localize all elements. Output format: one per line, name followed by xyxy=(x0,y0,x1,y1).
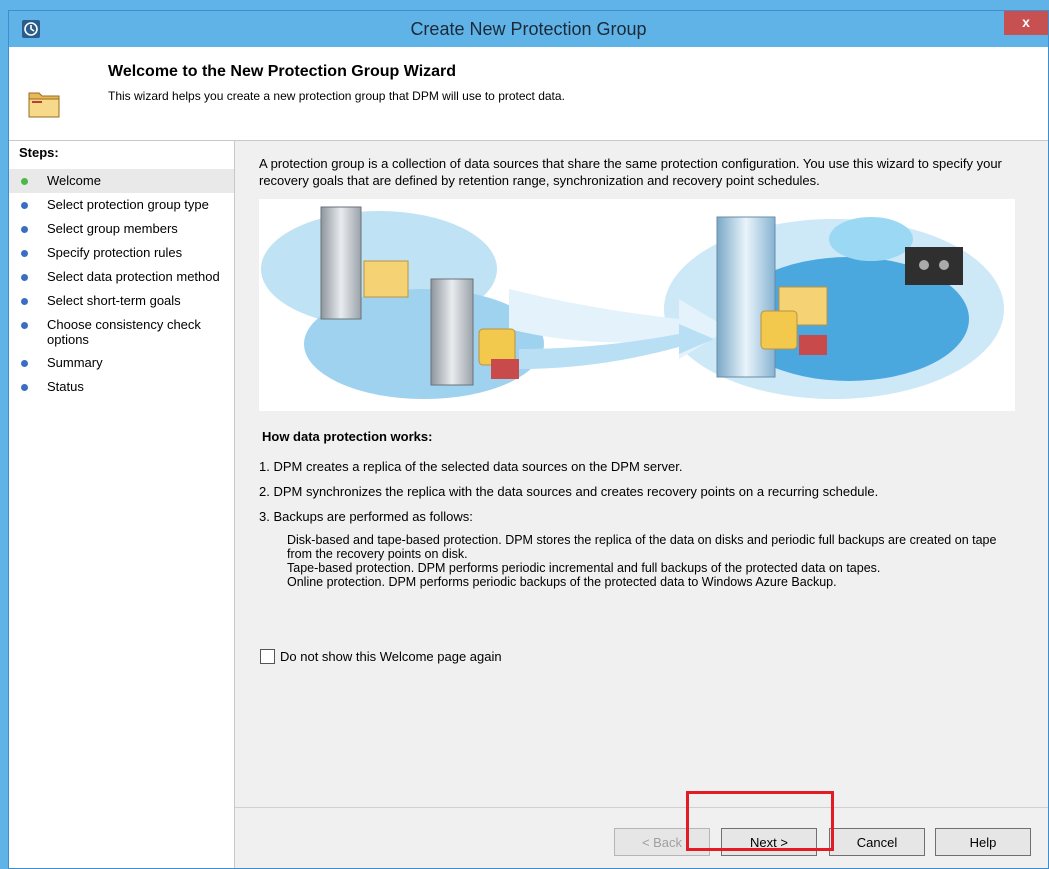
backup-detail: Disk-based and tape-based protection. DP… xyxy=(287,533,997,561)
step-label: Select short-term goals xyxy=(47,293,181,308)
folder-icon xyxy=(28,92,60,118)
how-item: 1. DPM creates a replica of the selected… xyxy=(259,459,683,474)
step-select-protection-group-type[interactable]: Select protection group type xyxy=(9,193,234,217)
step-label: Specify protection rules xyxy=(47,245,183,260)
welcome-checkbox-row[interactable]: Do not show this Welcome page again xyxy=(260,649,502,664)
help-button[interactable]: Help xyxy=(935,828,1031,856)
steps-sidebar: Steps: Welcome Select protection group t… xyxy=(9,141,235,868)
button-bar: < Back Next > Cancel Help xyxy=(235,807,1048,868)
cancel-button[interactable]: Cancel xyxy=(829,828,925,856)
backup-detail: Online protection. DPM performs periodic… xyxy=(287,575,837,589)
step-bullet-icon xyxy=(21,178,28,185)
backup-detail: Tape-based protection. DPM performs peri… xyxy=(287,561,881,575)
step-bullet-icon xyxy=(21,226,28,233)
step-select-short-term-goals[interactable]: Select short-term goals xyxy=(9,289,234,313)
step-status[interactable]: Status xyxy=(9,375,234,399)
step-select-data-protection-method[interactable]: Select data protection method xyxy=(9,265,234,289)
close-button[interactable]: x xyxy=(1004,11,1048,35)
step-label: Welcome xyxy=(47,173,101,188)
step-bullet-icon xyxy=(21,298,28,305)
backup-details: Disk-based and tape-based protection. DP… xyxy=(287,533,1017,589)
step-label: Select data protection method xyxy=(47,269,220,284)
step-bullet-icon xyxy=(21,384,28,391)
step-bullet-icon xyxy=(21,250,28,257)
steps-list: Welcome Select protection group type Sel… xyxy=(9,169,234,399)
step-bullet-icon xyxy=(21,274,28,281)
step-summary[interactable]: Summary xyxy=(9,351,234,375)
wizard-header: Welcome to the New Protection Group Wiza… xyxy=(9,47,1048,141)
step-label: Summary xyxy=(47,355,103,370)
step-bullet-icon xyxy=(21,322,28,329)
data-protection-illustration xyxy=(259,199,1015,411)
step-specify-protection-rules[interactable]: Specify protection rules xyxy=(9,241,234,265)
step-select-group-members[interactable]: Select group members xyxy=(9,217,234,241)
how-item: 2. DPM synchronizes the replica with the… xyxy=(259,484,879,499)
intro-text: A protection group is a collection of da… xyxy=(259,156,1002,188)
wizard-window: Create New Protection Group x Welcome to… xyxy=(8,10,1049,869)
how-it-works-list: 1. DPM creates a replica of the selected… xyxy=(259,459,1019,534)
next-button-highlight xyxy=(686,791,834,851)
step-bullet-icon xyxy=(21,202,28,209)
step-choose-consistency-check-options[interactable]: Choose consistency check options xyxy=(9,313,234,351)
title-bar[interactable]: Create New Protection Group x xyxy=(9,11,1048,47)
steps-title: Steps: xyxy=(19,145,59,160)
step-label: Select group members xyxy=(47,221,178,236)
how-it-works-title: How data protection works: xyxy=(262,429,433,444)
wizard-subtitle: This wizard helps you create a new prote… xyxy=(108,89,565,103)
do-not-show-checkbox[interactable] xyxy=(260,649,275,664)
step-label: Choose consistency check options xyxy=(47,317,201,347)
window-title: Create New Protection Group xyxy=(410,19,647,39)
step-bullet-icon xyxy=(21,360,28,367)
step-label: Select protection group type xyxy=(47,197,209,212)
how-item: 3. Backups are performed as follows: xyxy=(259,509,473,524)
wizard-title: Welcome to the New Protection Group Wiza… xyxy=(108,63,457,80)
do-not-show-label: Do not show this Welcome page again xyxy=(280,649,502,664)
step-label: Status xyxy=(47,379,84,394)
step-welcome[interactable]: Welcome xyxy=(9,169,234,193)
wizard-content: A protection group is a collection of da… xyxy=(235,141,1048,868)
